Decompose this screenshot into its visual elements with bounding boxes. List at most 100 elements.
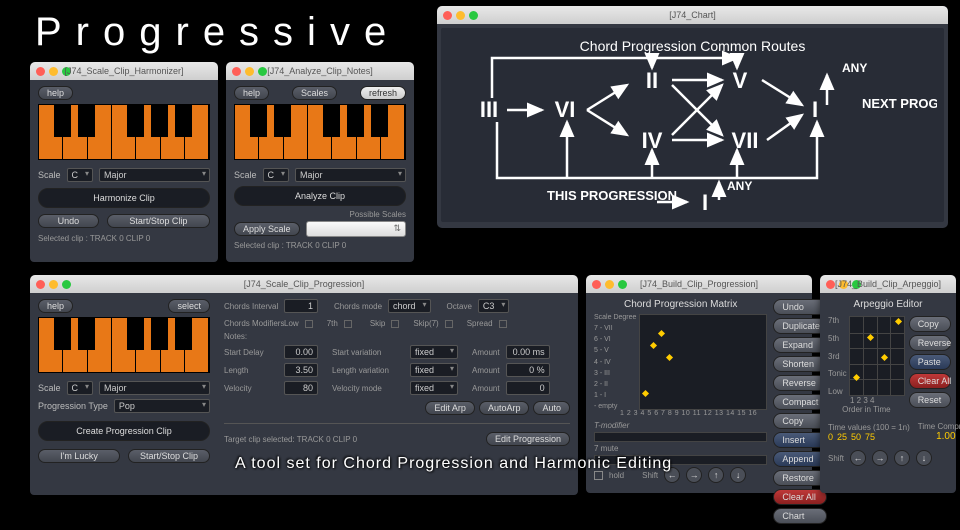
titlebar: [J74_Build_Clip_Arpeggio] [820,275,956,293]
svg-text:IV: IV [642,128,663,153]
shift-label: Shift [828,454,844,463]
timeval[interactable]: 50 [851,432,861,442]
scale-root-select[interactable]: C [67,381,94,395]
shift-up-icon[interactable]: ↑ [708,467,724,483]
startamt-box[interactable]: 0.00 ms [506,345,550,359]
timeval[interactable]: 0 [828,432,833,442]
7th-checkbox[interactable]: 7th [327,319,338,328]
order-label: Order in Time [828,405,905,414]
svg-text:ANY: ANY [842,61,867,75]
apply-scale-button[interactable]: Apply Scale [234,222,300,236]
shift-down-icon[interactable]: ↓ [730,467,746,483]
yaxis-label: Scale Degree [594,314,636,321]
degree-label: 2 - II [594,381,636,388]
autoarp-button[interactable]: AutoArp [479,401,530,415]
select-button[interactable]: select [168,299,210,313]
velocity-box[interactable]: 80 [284,381,318,395]
velocity-label: Velocity [224,384,278,393]
lenamt-box[interactable]: 0 % [506,363,550,377]
velmode-select[interactable]: fixed [410,381,458,395]
scale-type-select[interactable]: Major [99,168,210,182]
selected-clip-text: Selected clip : TRACK 0 CLIP 0 [234,241,406,250]
chords-interval-box[interactable]: 1 [284,299,318,313]
help-button[interactable]: help [38,86,73,100]
length-box[interactable]: 3.50 [284,363,318,377]
notes-label: Notes: [224,332,570,341]
skip7-checkbox[interactable]: Skip(7) [413,319,438,328]
create-button[interactable]: Create Progression Clip [38,421,210,441]
svg-text:II: II [646,68,658,93]
chart-button[interactable]: Chart [773,508,827,524]
tagline-text: A tool set for Chord Progression and Har… [235,455,672,473]
degree-label: 3 - III [594,370,636,377]
shift-right-icon[interactable]: → [686,467,702,483]
help-button[interactable]: help [234,86,269,100]
analyzer-window: [J74_Analyze_Clip_Notes] help Scales ref… [226,62,414,262]
arp-ylabel: Low [828,387,847,396]
clearall-button[interactable]: Clear All [773,489,827,505]
startstop-button[interactable]: Start/Stop Clip [107,214,210,228]
editarp-button[interactable]: Edit Arp [425,401,475,415]
scales-button[interactable]: Scales [292,86,337,100]
progtype-select[interactable]: Pop [114,399,210,413]
arp-xlabels: 1 2 3 4 [850,396,905,405]
octave-label: Octave [447,302,472,311]
timeval[interactable]: 25 [837,432,847,442]
help-button[interactable]: help [38,299,73,313]
velamt-box[interactable]: 0 [506,381,550,395]
hero-title: Progressive [35,10,400,55]
scale-root-select[interactable]: C [67,168,94,182]
timevals-label: Time values (100 = 1n) [828,423,910,432]
target-clip-text: Target clip selected: TRACK 0 CLIP 0 [224,435,357,444]
reverse-button[interactable]: Reverse [909,335,951,351]
chords-mode-select[interactable]: chord [388,299,431,313]
copy-button[interactable]: Copy [909,316,951,332]
scale-type-select[interactable]: Major [295,168,406,182]
possible-scales-select[interactable] [306,221,406,237]
harmonize-button[interactable]: Harmonize Clip [38,188,210,208]
keyboard[interactable] [234,104,406,160]
reset-button[interactable]: Reset [909,392,951,408]
startstop-button[interactable]: Start/Stop Clip [128,449,210,463]
arp-grid[interactable] [849,316,905,396]
svg-text:I: I [702,190,708,215]
skip-checkbox[interactable]: Skip [370,319,386,328]
timecomp-value[interactable]: 1.00 [936,431,955,442]
tmod-strip[interactable] [594,432,767,442]
keyboard[interactable] [38,104,210,160]
titlebar: [J74_Build_Clip_Progression] [586,275,812,293]
startdelay-box[interactable]: 0.00 [284,345,318,359]
svg-text:V: V [733,68,748,93]
harmonizer-window: [J74_Scale_Clip_Harmonizer] help Scale C… [30,62,218,262]
auto-button[interactable]: Auto [533,401,570,415]
keyboard[interactable] [38,317,210,373]
scale-type-select[interactable]: Major [99,381,210,395]
shift-right-icon[interactable]: → [872,450,888,466]
paste-button[interactable]: Paste [909,354,951,370]
scale-root-select[interactable]: C [263,168,290,182]
scale-label: Scale [234,170,257,180]
octave-select[interactable]: C3 [478,299,510,313]
startvar-select[interactable]: fixed [410,345,458,359]
degree-label: - empty [594,403,636,410]
window-title: [J74_Chart] [437,10,948,20]
clearall-button[interactable]: Clear All [909,373,951,389]
degree-label: 4 - IV [594,359,636,366]
lenvar-select[interactable]: fixed [410,363,458,377]
shift-down-icon[interactable]: ↓ [916,450,932,466]
analyze-button[interactable]: Analyze Clip [234,186,406,206]
shift-left-icon[interactable]: ← [850,450,866,466]
svg-text:VII: VII [732,128,759,153]
matrix-grid[interactable] [639,314,767,410]
timeval[interactable]: 75 [865,432,875,442]
low-checkbox[interactable]: Low [284,319,299,328]
editprog-button[interactable]: Edit Progression [486,432,570,446]
lucky-button[interactable]: I'm Lucky [38,449,120,463]
refresh-button[interactable]: refresh [360,86,406,100]
spread-checkbox[interactable]: Spread [467,319,493,328]
titlebar: [J74_Chart] [437,6,948,24]
undo-button[interactable]: Undo [38,214,99,228]
svg-text:III: III [480,97,498,122]
startamt-label: Amount [472,348,500,357]
shift-up-icon[interactable]: ↑ [894,450,910,466]
